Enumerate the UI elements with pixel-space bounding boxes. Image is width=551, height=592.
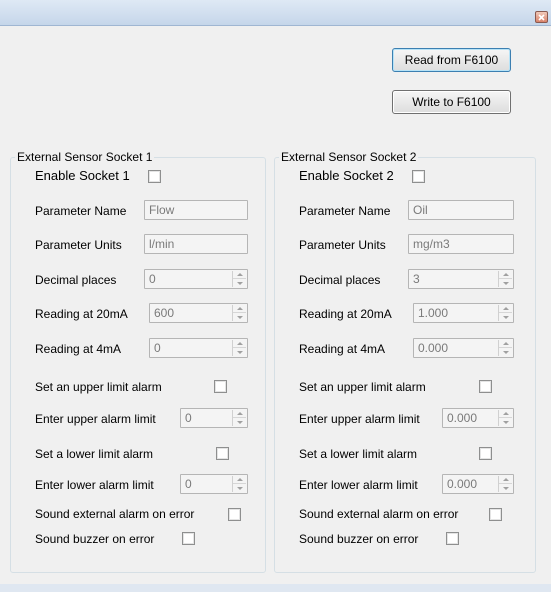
upper-alarm-checkbox[interactable] xyxy=(479,380,492,393)
sound-buzzer-checkbox[interactable] xyxy=(446,532,459,545)
decimal-places-label: Decimal places xyxy=(35,273,117,287)
lower-limit-stepper[interactable]: 0 xyxy=(180,474,248,494)
enable-socket-1-checkbox[interactable] xyxy=(148,170,161,183)
param-units-input[interactable]: l/min xyxy=(144,234,248,254)
reading-20ma-stepper[interactable]: 600 xyxy=(149,303,248,323)
stepper-arrows xyxy=(498,340,512,356)
spin-down-arrow-icon[interactable] xyxy=(233,418,246,426)
enable-socket-2-label: Enable Socket 2 xyxy=(299,168,394,183)
reading-20ma-stepper[interactable]: 1.000 xyxy=(413,303,514,323)
write-to-device-button[interactable]: Write to F6100 xyxy=(392,90,511,114)
stepper-arrows xyxy=(232,271,246,287)
reading-20ma-label: Reading at 20mA xyxy=(35,307,128,321)
upper-limit-value: 0.000 xyxy=(447,411,478,425)
reading-20ma-value: 600 xyxy=(154,306,175,320)
upper-limit-stepper[interactable]: 0.000 xyxy=(442,408,514,428)
reading-4ma-label: Reading at 4mA xyxy=(299,342,386,356)
spin-down-arrow-icon[interactable] xyxy=(233,279,246,287)
spin-up-arrow-icon[interactable] xyxy=(499,410,512,418)
close-button[interactable] xyxy=(535,11,548,23)
stepper-arrows xyxy=(232,410,246,426)
stepper-arrows xyxy=(498,476,512,492)
lower-alarm-checkbox[interactable] xyxy=(216,447,229,460)
reading-4ma-stepper[interactable]: 0.000 xyxy=(413,338,514,358)
decimal-places-stepper[interactable]: 0 xyxy=(144,269,248,289)
param-units-label: Parameter Units xyxy=(35,238,122,252)
spin-up-arrow-icon[interactable] xyxy=(233,271,246,279)
spin-down-arrow-icon[interactable] xyxy=(233,313,246,321)
spin-down-arrow-icon[interactable] xyxy=(499,484,512,492)
decimal-places-label: Decimal places xyxy=(299,273,381,287)
stepper-arrows xyxy=(498,410,512,426)
spin-up-arrow-icon[interactable] xyxy=(499,476,512,484)
sound-buzzer-checkbox[interactable] xyxy=(182,532,195,545)
sound-external-alarm-checkbox[interactable] xyxy=(489,508,502,521)
lower-limit-label: Enter lower alarm limit xyxy=(299,478,418,492)
lower-alarm-label: Set a lower limit alarm xyxy=(299,447,418,461)
param-units-label: Parameter Units xyxy=(299,238,386,252)
reading-20ma-value: 1.000 xyxy=(418,306,449,320)
title-bar xyxy=(0,0,551,26)
reading-20ma-label: Reading at 20mA xyxy=(299,307,392,321)
upper-alarm-label: Set an upper limit alarm xyxy=(299,380,426,394)
lower-limit-stepper[interactable]: 0.000 xyxy=(442,474,514,494)
spin-down-arrow-icon[interactable] xyxy=(499,279,512,287)
spin-up-arrow-icon[interactable] xyxy=(499,305,512,313)
lower-limit-value: 0 xyxy=(185,477,192,491)
spin-down-arrow-icon[interactable] xyxy=(499,348,512,356)
decimal-places-value: 3 xyxy=(413,272,420,286)
reading-4ma-value: 0.000 xyxy=(418,341,449,355)
upper-limit-stepper[interactable]: 0 xyxy=(180,408,248,428)
spin-up-arrow-icon[interactable] xyxy=(233,340,246,348)
lower-limit-label: Enter lower alarm limit xyxy=(35,478,154,492)
spin-up-arrow-icon[interactable] xyxy=(499,271,512,279)
stepper-arrows xyxy=(498,305,512,321)
enable-socket-2-checkbox[interactable] xyxy=(412,170,425,183)
lower-alarm-checkbox[interactable] xyxy=(479,447,492,460)
upper-alarm-label: Set an upper limit alarm xyxy=(35,380,162,394)
reading-4ma-value: 0 xyxy=(154,341,161,355)
lower-limit-value: 0.000 xyxy=(447,477,478,491)
read-from-device-button[interactable]: Read from F6100 xyxy=(392,48,511,72)
sound-buzzer-label: Sound buzzer on error xyxy=(299,532,419,546)
param-name-input[interactable]: Oil xyxy=(408,200,514,220)
close-icon xyxy=(538,13,545,21)
param-units-input[interactable]: mg/m3 xyxy=(408,234,514,254)
sound-external-alarm-label: Sound external alarm on error xyxy=(299,507,459,521)
reading-4ma-stepper[interactable]: 0 xyxy=(149,338,248,358)
spin-up-arrow-icon[interactable] xyxy=(233,476,246,484)
stepper-arrows xyxy=(232,340,246,356)
spin-down-arrow-icon[interactable] xyxy=(499,313,512,321)
spin-down-arrow-icon[interactable] xyxy=(499,418,512,426)
reading-4ma-label: Reading at 4mA xyxy=(35,342,122,356)
upper-alarm-checkbox[interactable] xyxy=(214,380,227,393)
socket-1-group: External Sensor Socket 1 Enable Socket 1… xyxy=(10,150,266,573)
socket-2-title: External Sensor Socket 2 xyxy=(279,150,419,164)
spin-up-arrow-icon[interactable] xyxy=(499,340,512,348)
stepper-arrows xyxy=(232,305,246,321)
sound-buzzer-label: Sound buzzer on error xyxy=(35,532,155,546)
spin-down-arrow-icon[interactable] xyxy=(233,484,246,492)
sound-external-alarm-checkbox[interactable] xyxy=(228,508,241,521)
upper-limit-label: Enter upper alarm limit xyxy=(299,412,420,426)
sound-external-alarm-label: Sound external alarm on error xyxy=(35,507,195,521)
decimal-places-stepper[interactable]: 3 xyxy=(408,269,514,289)
param-name-label: Parameter Name xyxy=(35,204,127,218)
socket-2-group: External Sensor Socket 2 Enable Socket 2… xyxy=(274,150,536,573)
upper-limit-value: 0 xyxy=(185,411,192,425)
lower-alarm-label: Set a lower limit alarm xyxy=(35,447,154,461)
dialog-client-area: Read from F6100 Write to F6100 External … xyxy=(0,26,551,584)
stepper-arrows xyxy=(232,476,246,492)
bottom-border xyxy=(0,584,551,592)
stepper-arrows xyxy=(498,271,512,287)
enable-socket-1-label: Enable Socket 1 xyxy=(35,168,130,183)
param-name-input[interactable]: Flow xyxy=(144,200,248,220)
spin-up-arrow-icon[interactable] xyxy=(233,410,246,418)
decimal-places-value: 0 xyxy=(149,272,156,286)
spin-up-arrow-icon[interactable] xyxy=(233,305,246,313)
param-name-label: Parameter Name xyxy=(299,204,391,218)
spin-down-arrow-icon[interactable] xyxy=(233,348,246,356)
upper-limit-label: Enter upper alarm limit xyxy=(35,412,156,426)
socket-1-title: External Sensor Socket 1 xyxy=(15,150,155,164)
